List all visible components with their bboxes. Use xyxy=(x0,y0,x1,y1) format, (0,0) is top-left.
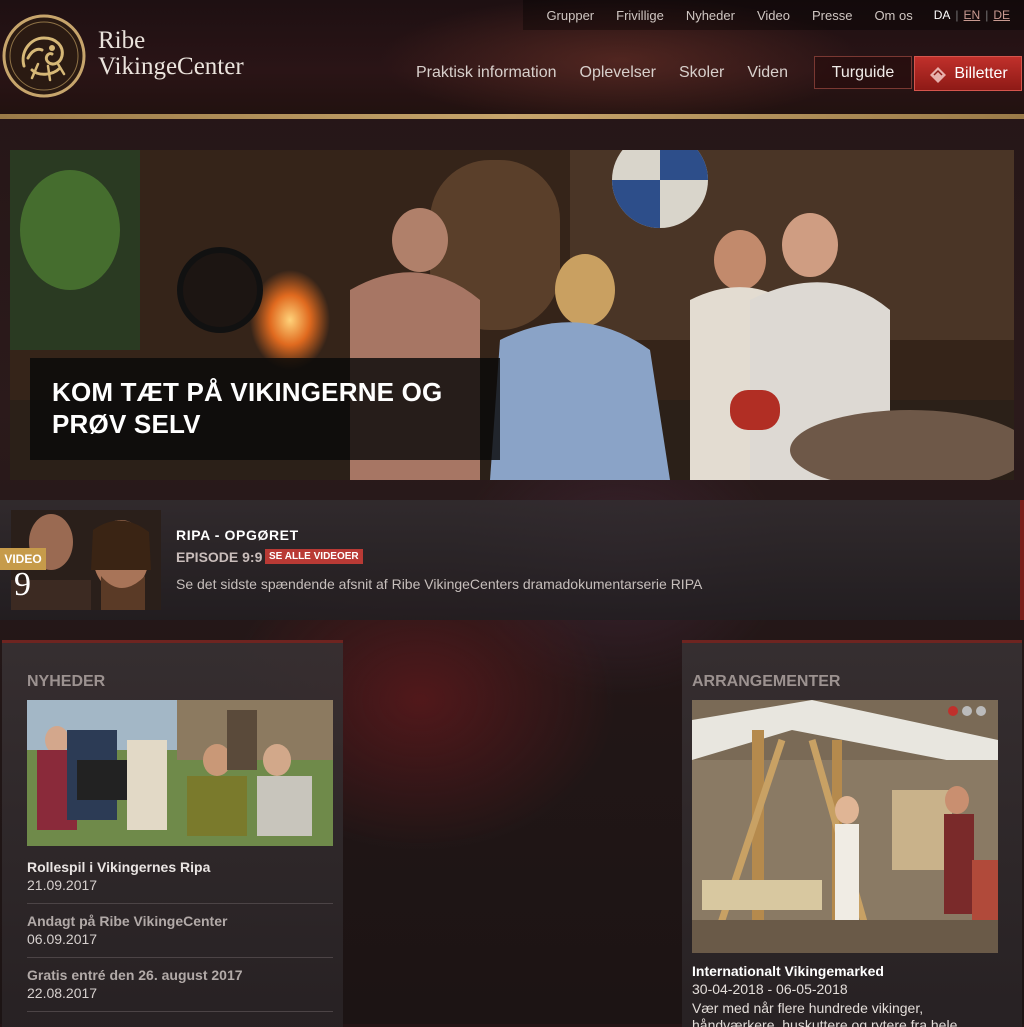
nav-oplevelser[interactable]: Oplevelser xyxy=(580,64,656,82)
logo-line-1: Ribe xyxy=(98,27,146,54)
topnav-grupper[interactable]: Grupper xyxy=(546,8,594,23)
lang-de[interactable]: DE xyxy=(993,8,1010,22)
carousel-dots xyxy=(948,706,986,716)
main-navigation: Praktisk information Oplevelser Skoler V… xyxy=(416,64,811,82)
viking-dragon-logo-icon[interactable] xyxy=(2,14,86,98)
news-item-date: 22.08.2017 xyxy=(27,985,98,1001)
billetter-label: Billetter xyxy=(954,64,1008,82)
event-date: 30-04-2018 - 06-05-2018 xyxy=(692,981,848,997)
news-item-title[interactable]: Andagt på Ribe VikingeCenter xyxy=(27,913,333,929)
video-episode: EPISODE 9:9 xyxy=(176,549,263,565)
video-description: Se det sidste spændende afsnit af Ribe V… xyxy=(176,576,703,592)
events-panel: ARRANGEMENTER Internationalt Vikingemark… xyxy=(682,640,1022,1027)
hero-caption-text: KOM TÆT PÅ VIKINGERNE OG PRØV SELV xyxy=(52,377,443,439)
featured-video-bar[interactable] xyxy=(0,500,1024,620)
news-item-title[interactable]: Gratis entré den 26. august 2017 xyxy=(27,967,333,983)
news-item-title[interactable]: Rollespil i Vikingernes Ripa xyxy=(27,859,333,875)
news-item[interactable]: Rollespil i Vikingernes Ripa 21.09.2017 xyxy=(27,859,333,904)
event-image[interactable] xyxy=(692,700,998,953)
news-item[interactable]: Andagt på Ribe VikingeCenter 06.09.2017 xyxy=(27,913,333,958)
hero-caption-box[interactable]: KOM TÆT PÅ VIKINGERNE OG PRØV SELV xyxy=(30,358,500,460)
hero-banner[interactable]: KOM TÆT PÅ VIKINGERNE OG PRØV SELV xyxy=(10,150,1014,480)
video-episode-number: 9 xyxy=(14,566,31,603)
news-heading: NYHEDER xyxy=(27,673,106,690)
lang-en[interactable]: EN xyxy=(964,8,981,22)
carousel-dot[interactable] xyxy=(976,706,986,716)
top-navigation: Grupper Frivillige Nyheder Video Presse … xyxy=(523,0,1024,30)
topnav-video[interactable]: Video xyxy=(757,8,790,23)
news-image[interactable] xyxy=(27,700,333,846)
news-item-date: 21.09.2017 xyxy=(27,877,98,893)
see-all-videos-link[interactable]: SE ALLE VIDEOER xyxy=(265,549,363,564)
topnav-frivillige[interactable]: Frivillige xyxy=(616,8,664,23)
billetter-button[interactable]: Billetter xyxy=(914,56,1022,91)
lang-separator: | xyxy=(955,8,959,22)
news-item-date: 06.09.2017 xyxy=(27,931,98,947)
carousel-dot[interactable] xyxy=(962,706,972,716)
event-photo xyxy=(692,700,998,953)
turguide-button[interactable]: Turguide xyxy=(814,56,912,89)
nav-praktisk-information[interactable]: Praktisk information xyxy=(416,64,557,82)
ticket-icon xyxy=(930,66,947,83)
event-title[interactable]: Internationalt Vikingemarked xyxy=(692,963,884,979)
site-header: Grupper Frivillige Nyheder Video Presse … xyxy=(0,0,1024,119)
language-switcher: DA | EN | DE xyxy=(934,8,1010,22)
site-logo-text[interactable]: Ribe VikingeCenter xyxy=(98,28,244,80)
event-description: Vær med når flere hundrede vikinger, hån… xyxy=(692,1000,958,1027)
nav-viden[interactable]: Viden xyxy=(747,64,788,82)
events-heading: ARRANGEMENTER xyxy=(692,673,841,690)
lang-separator: | xyxy=(985,8,989,22)
news-panel: NYHEDER Rollespil i Vikingernes Ripa 21.… xyxy=(2,640,343,1027)
video-title[interactable]: RIPA - OPGØRET xyxy=(176,527,299,543)
lang-da[interactable]: DA xyxy=(934,8,951,22)
topnav-om-os[interactable]: Om os xyxy=(874,8,912,23)
nav-skoler[interactable]: Skoler xyxy=(679,64,724,82)
carousel-dot-active[interactable] xyxy=(948,706,958,716)
news-photo xyxy=(27,700,333,846)
header-divider xyxy=(0,114,1024,119)
logo-line-2: VikingeCenter xyxy=(98,53,244,80)
news-item[interactable]: Gratis entré den 26. august 2017 22.08.2… xyxy=(27,967,333,1012)
topnav-nyheder[interactable]: Nyheder xyxy=(686,8,735,23)
topnav-presse[interactable]: Presse xyxy=(812,8,852,23)
